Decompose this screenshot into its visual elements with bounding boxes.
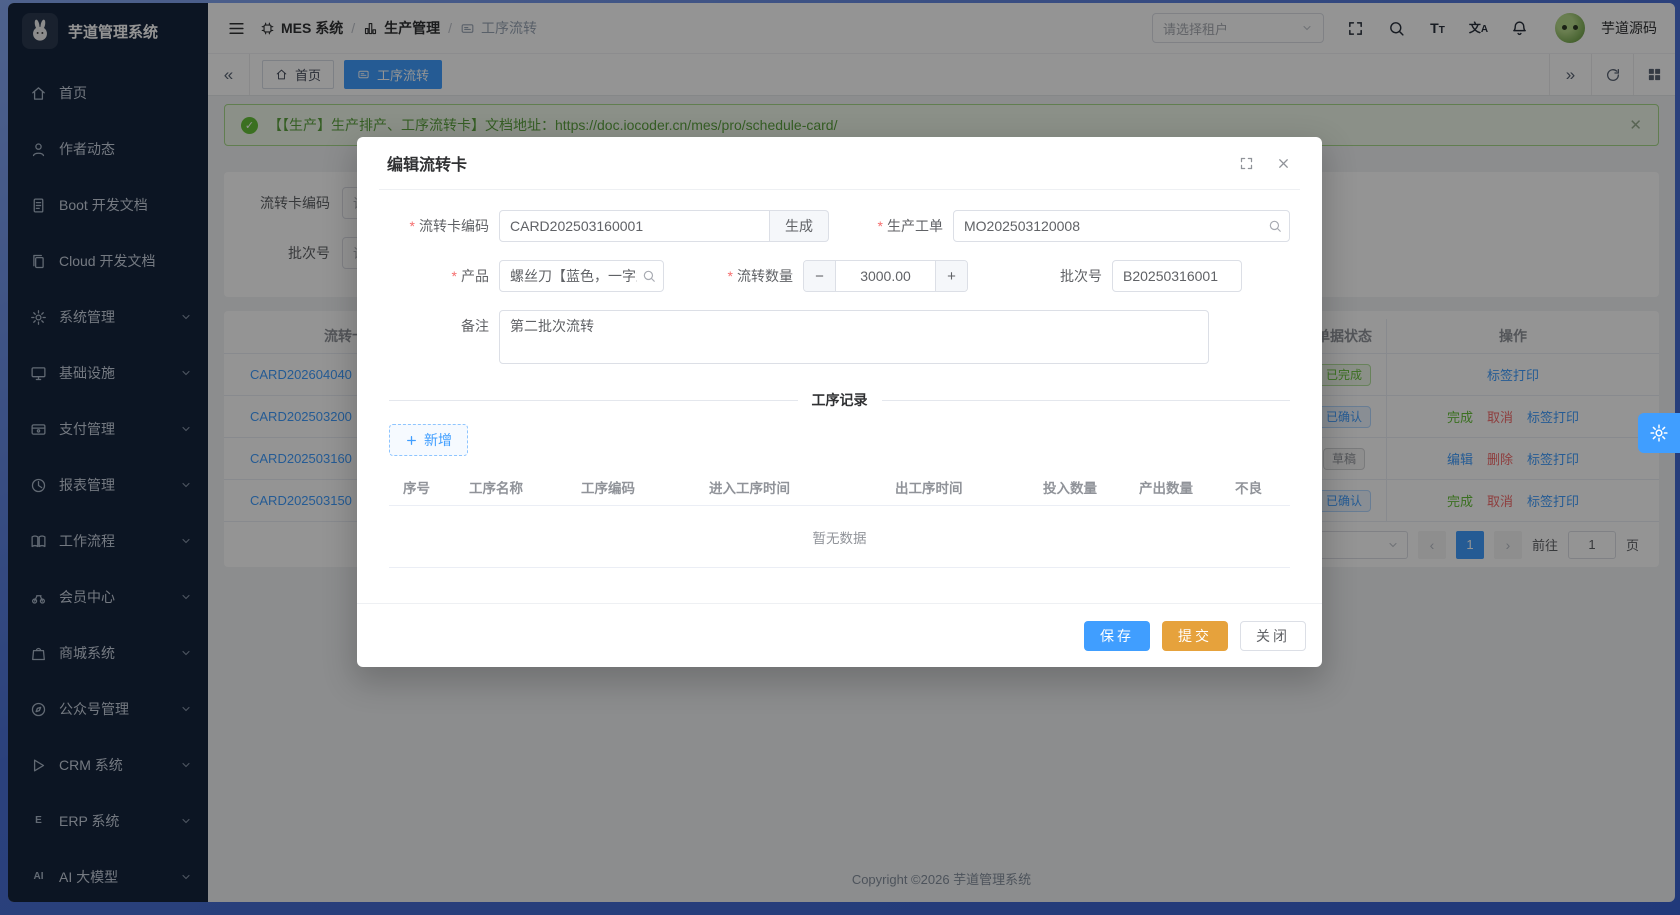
process-column-header: 出工序时间 bbox=[887, 477, 1035, 497]
process-column-header: 工序编码 bbox=[573, 477, 701, 497]
dialog-header: 编辑流转卡 bbox=[357, 137, 1322, 189]
increase-button[interactable]: + bbox=[935, 261, 967, 291]
product-label: 产品 bbox=[389, 266, 499, 286]
dialog-footer: 保存 提交 关闭 bbox=[357, 603, 1322, 667]
theme-settings-button[interactable] bbox=[1638, 413, 1680, 453]
add-button-label: 新增 bbox=[424, 430, 452, 450]
save-button[interactable]: 保存 bbox=[1084, 621, 1150, 651]
card-code-label: 流转卡编码 bbox=[389, 216, 499, 236]
form-row-2: 产品 流转数量 − + 批次号 bbox=[389, 260, 1290, 292]
work-order-wrap bbox=[953, 210, 1290, 242]
dialog-body: 流转卡编码 生成 生产工单 产品 流转数量 − + 批次号 bbox=[357, 190, 1322, 603]
product-wrap bbox=[499, 260, 664, 292]
process-column-header: 进入工序时间 bbox=[701, 477, 887, 497]
process-column-header: 不良 bbox=[1227, 477, 1297, 497]
process-column-header: 工序名称 bbox=[461, 477, 573, 497]
work-order-input[interactable] bbox=[953, 210, 1290, 242]
plus-icon bbox=[405, 434, 418, 447]
close-button[interactable]: 关闭 bbox=[1240, 621, 1306, 651]
product-input[interactable] bbox=[499, 260, 664, 292]
dialog-fullscreen-icon[interactable] bbox=[1238, 155, 1255, 172]
decrease-button[interactable]: − bbox=[804, 261, 836, 291]
batch-no-label: 批次号 bbox=[992, 266, 1112, 286]
dialog-title: 编辑流转卡 bbox=[387, 151, 1218, 175]
add-process-button[interactable]: 新增 bbox=[389, 424, 468, 456]
remark-textarea[interactable]: 第二批次流转 bbox=[499, 310, 1209, 364]
process-column-header: 投入数量 bbox=[1035, 477, 1131, 497]
card-code-input[interactable] bbox=[499, 210, 770, 242]
edit-card-dialog: 编辑流转卡 流转卡编码 生成 生产工单 产品 流转数量 − bbox=[357, 137, 1322, 667]
section-divider: 工序记录 bbox=[389, 390, 1290, 410]
process-table: 序号工序名称工序编码进入工序时间出工序时间投入数量产出数量不良 暂无数据 bbox=[389, 468, 1290, 568]
form-row-1: 流转卡编码 生成 生产工单 bbox=[389, 210, 1290, 242]
quantity-label: 流转数量 bbox=[688, 266, 803, 286]
section-title: 工序记录 bbox=[812, 390, 868, 410]
dialog-close-icon[interactable] bbox=[1275, 155, 1292, 172]
work-order-label: 生产工单 bbox=[853, 216, 953, 236]
batch-no-input[interactable] bbox=[1112, 260, 1242, 292]
form-row-3: 备注 第二批次流转 bbox=[389, 310, 1290, 364]
generate-button[interactable]: 生成 bbox=[770, 210, 829, 242]
empty-placeholder: 暂无数据 bbox=[389, 506, 1290, 568]
card-code-group: 生成 bbox=[499, 210, 829, 242]
submit-button[interactable]: 提交 bbox=[1162, 621, 1228, 651]
process-table-header: 序号工序名称工序编码进入工序时间出工序时间投入数量产出数量不良 bbox=[389, 468, 1290, 506]
process-column-header: 序号 bbox=[389, 477, 461, 497]
remark-label: 备注 bbox=[389, 316, 499, 336]
quantity-input[interactable] bbox=[836, 261, 935, 291]
process-column-header: 产出数量 bbox=[1131, 477, 1227, 497]
gear-icon bbox=[1649, 423, 1669, 443]
quantity-stepper: − + bbox=[803, 260, 968, 292]
